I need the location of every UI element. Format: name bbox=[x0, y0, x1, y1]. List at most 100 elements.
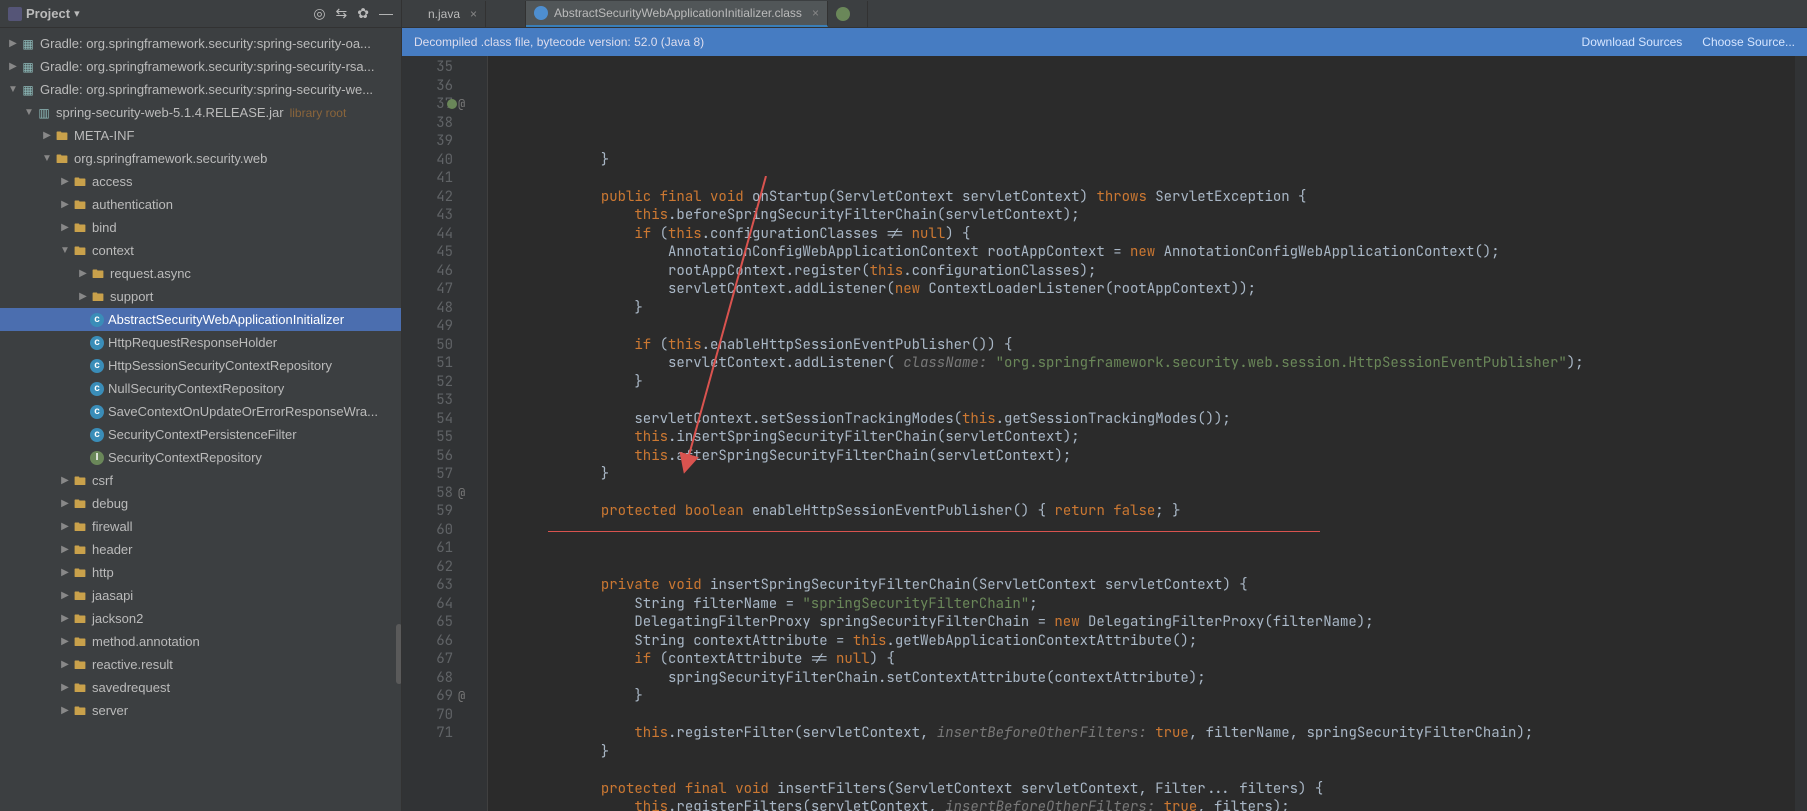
tree-item[interactable]: ▶🖿bind bbox=[0, 216, 401, 239]
code-line[interactable]: } bbox=[500, 743, 1807, 762]
tree-item[interactable]: ▶🖿firewall bbox=[0, 515, 401, 538]
code-line[interactable]: private void insertSpringSecurityFilterC… bbox=[500, 576, 1807, 595]
target-icon[interactable]: ◎ bbox=[313, 5, 325, 22]
tree-item[interactable]: cSecurityContextPersistenceFilter bbox=[0, 423, 401, 446]
code-line[interactable]: } bbox=[500, 373, 1807, 392]
line-number[interactable]: 65 bbox=[402, 613, 483, 632]
code-line[interactable]: this.afterSpringSecurityFilterChain(serv… bbox=[500, 447, 1807, 466]
chevron-right-icon[interactable]: ▶ bbox=[58, 631, 72, 653]
line-number[interactable]: 51 bbox=[402, 354, 483, 373]
tree-item[interactable]: ▶▦Gradle: org.springframework.security:s… bbox=[0, 32, 401, 55]
line-number[interactable]: 46 bbox=[402, 262, 483, 281]
editor-tab[interactable] bbox=[828, 1, 868, 27]
chevron-right-icon[interactable]: ▶ bbox=[58, 585, 72, 607]
line-number[interactable]: 56 bbox=[402, 447, 483, 466]
line-number[interactable]: 48 bbox=[402, 299, 483, 318]
code-line[interactable]: servletContext.addListener(new ContextLo… bbox=[500, 280, 1807, 299]
tree-item[interactable]: cHttpSessionSecurityContextRepository bbox=[0, 354, 401, 377]
annotation-gutter-icon[interactable]: @ bbox=[458, 687, 465, 706]
code-line[interactable] bbox=[500, 558, 1807, 577]
editor-tab[interactable]: n.java× bbox=[402, 1, 486, 27]
line-number[interactable]: 59 bbox=[402, 502, 483, 521]
chevron-right-icon[interactable]: ▶ bbox=[58, 539, 72, 561]
code-line[interactable] bbox=[500, 706, 1807, 725]
line-number[interactable]: 61 bbox=[402, 539, 483, 558]
code-line[interactable]: String contextAttribute = this.getWebApp… bbox=[500, 632, 1807, 651]
line-number[interactable]: 67 bbox=[402, 650, 483, 669]
tree-item[interactable]: cAbstractSecurityWebApplicationInitializ… bbox=[0, 308, 401, 331]
chevron-down-icon[interactable]: ▼ bbox=[40, 148, 54, 170]
chevron-down-icon[interactable]: ▼ bbox=[58, 240, 72, 262]
line-number[interactable]: 58 bbox=[402, 484, 483, 503]
gutter[interactable]: 353637@383940414243444546474849505152535… bbox=[402, 56, 488, 811]
line-number[interactable]: 63 bbox=[402, 576, 483, 595]
tree-item[interactable]: ▶🖿csrf bbox=[0, 469, 401, 492]
chevron-right-icon[interactable]: ▶ bbox=[58, 677, 72, 699]
tree-item[interactable]: ▼▥spring-security-web-5.1.4.RELEASE.jarl… bbox=[0, 101, 401, 124]
tree-item[interactable]: ▶🖿META-INF bbox=[0, 124, 401, 147]
chevron-right-icon[interactable]: ▶ bbox=[40, 125, 54, 147]
editor-scrollbar[interactable] bbox=[1795, 56, 1807, 811]
code-line[interactable]: springSecurityFilterChain.setContextAttr… bbox=[500, 669, 1807, 688]
filter-icon[interactable]: ⇆ bbox=[336, 5, 348, 22]
download-sources-link[interactable]: Download Sources bbox=[1582, 35, 1683, 49]
tree-scrollbar[interactable] bbox=[396, 624, 401, 684]
code-line[interactable]: } bbox=[500, 687, 1807, 706]
editor-tab[interactable]: AbstractSecurityWebApplicationInitialize… bbox=[526, 1, 828, 27]
line-number[interactable]: 39 bbox=[402, 132, 483, 151]
line-number[interactable]: 40 bbox=[402, 151, 483, 170]
close-icon[interactable]: × bbox=[812, 6, 819, 20]
code-line[interactable]: if (this.enableHttpSessionEventPublisher… bbox=[500, 336, 1807, 355]
code-editor[interactable]: 353637@383940414243444546474849505152535… bbox=[402, 56, 1807, 811]
code-line[interactable]: servletContext.setSessionTrackingModes(t… bbox=[500, 410, 1807, 429]
code-line[interactable] bbox=[500, 391, 1807, 410]
line-number[interactable]: 36 bbox=[402, 77, 483, 96]
code-line[interactable]: if (contextAttribute != null) { bbox=[500, 650, 1807, 669]
code-line[interactable]: DelegatingFilterProxy springSecurityFilt… bbox=[500, 613, 1807, 632]
code-line[interactable] bbox=[500, 484, 1807, 503]
code-line[interactable]: } bbox=[500, 151, 1807, 170]
chevron-right-icon[interactable]: ▶ bbox=[6, 56, 20, 78]
code-line[interactable] bbox=[500, 169, 1807, 188]
chevron-down-icon[interactable]: ▼ bbox=[22, 102, 36, 124]
tree-item[interactable]: ▶🖿reactive.result bbox=[0, 653, 401, 676]
tree-item[interactable]: ▼🖿org.springframework.security.web bbox=[0, 147, 401, 170]
chevron-right-icon[interactable]: ▶ bbox=[58, 562, 72, 584]
line-number[interactable]: 41 bbox=[402, 169, 483, 188]
tree-item[interactable]: ▶🖿debug bbox=[0, 492, 401, 515]
editor-tab[interactable] bbox=[486, 1, 526, 27]
annotation-gutter-icon[interactable]: @ bbox=[458, 95, 465, 114]
line-number[interactable]: 66 bbox=[402, 632, 483, 651]
chevron-right-icon[interactable]: ▶ bbox=[58, 654, 72, 676]
line-number[interactable]: 49 bbox=[402, 317, 483, 336]
code-line[interactable]: if (this.configurationClasses != null) { bbox=[500, 225, 1807, 244]
code-line[interactable]: protected boolean enableHttpSessionEvent… bbox=[500, 502, 1807, 521]
line-number[interactable]: 57 bbox=[402, 465, 483, 484]
tree-item[interactable]: cSaveContextOnUpdateOrErrorResponseWra..… bbox=[0, 400, 401, 423]
chevron-right-icon[interactable]: ▶ bbox=[58, 194, 72, 216]
code-line[interactable]: protected final void insertFilters(Servl… bbox=[500, 780, 1807, 799]
tree-item[interactable]: cNullSecurityContextRepository bbox=[0, 377, 401, 400]
code-line[interactable]: this.insertSpringSecurityFilterChain(ser… bbox=[500, 428, 1807, 447]
chevron-down-icon[interactable]: ▾ bbox=[74, 7, 80, 20]
chevron-right-icon[interactable]: ▶ bbox=[58, 470, 72, 492]
line-number[interactable]: 69 bbox=[402, 687, 483, 706]
chevron-down-icon[interactable]: ▼ bbox=[6, 79, 20, 101]
chevron-right-icon[interactable]: ▶ bbox=[6, 33, 20, 55]
tree-item[interactable]: ISecurityContextRepository bbox=[0, 446, 401, 469]
code-line[interactable]: this.beforeSpringSecurityFilterChain(ser… bbox=[500, 206, 1807, 225]
tree-item[interactable]: ▶🖿header bbox=[0, 538, 401, 561]
gear-icon[interactable]: ✿ bbox=[357, 5, 369, 22]
tree-item[interactable]: ▶🖿jaasapi bbox=[0, 584, 401, 607]
tree-item[interactable]: ▶🖿method.annotation bbox=[0, 630, 401, 653]
code-line[interactable] bbox=[500, 521, 1807, 540]
tree-item[interactable]: ▶🖿server bbox=[0, 699, 401, 722]
code-line[interactable] bbox=[500, 539, 1807, 558]
line-number[interactable]: 55 bbox=[402, 428, 483, 447]
tree-item[interactable]: ▶🖿savedrequest bbox=[0, 676, 401, 699]
code-line[interactable] bbox=[500, 761, 1807, 780]
code-line[interactable]: } bbox=[500, 299, 1807, 318]
tree-item[interactable]: cHttpRequestResponseHolder bbox=[0, 331, 401, 354]
line-number[interactable]: 60 bbox=[402, 521, 483, 540]
chevron-right-icon[interactable]: ▶ bbox=[58, 608, 72, 630]
